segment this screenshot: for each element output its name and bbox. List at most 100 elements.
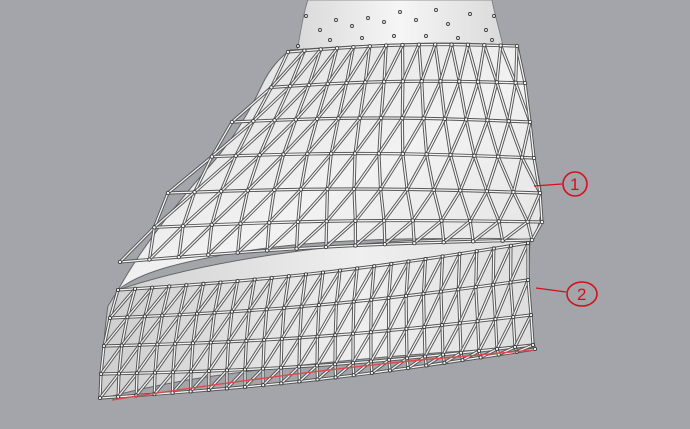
grid-node (431, 187, 436, 193)
grid-node (297, 379, 302, 384)
grid-node (351, 186, 357, 192)
upper-ring-strut (210, 154, 238, 159)
grid-node (206, 387, 211, 393)
upper-diagonal-strut (377, 151, 383, 191)
grid-node (279, 381, 284, 386)
grid-node (424, 34, 428, 38)
grid-node (208, 340, 213, 345)
upper-ring-strut (442, 239, 475, 244)
grid-node (419, 79, 424, 84)
upper-ring-strut (471, 239, 505, 244)
upper-ring-strut (458, 188, 489, 193)
grid-node (316, 302, 322, 308)
grid-node (457, 321, 462, 326)
lower-vertical-strut (404, 327, 409, 360)
annotation-2-label: 2 (577, 285, 586, 304)
grid-node (176, 254, 182, 260)
grid-node (528, 312, 534, 318)
upper-ring-strut (425, 152, 453, 157)
grid-node (303, 272, 308, 277)
grid-node (119, 343, 124, 348)
grid-node (389, 261, 394, 266)
grid-node (424, 152, 429, 157)
lower-ring-strut (298, 334, 320, 340)
grid-node (496, 154, 501, 159)
grid-node (107, 315, 113, 321)
grid-node (333, 375, 338, 380)
grid-node (529, 237, 535, 243)
grid-node (433, 42, 438, 47)
grid-node (382, 20, 386, 24)
grid-node (296, 44, 300, 48)
lower-vertical-strut (439, 289, 444, 327)
grid-node (369, 297, 374, 302)
lower-vertical-strut (456, 287, 462, 325)
grid-node (494, 80, 499, 85)
lower-ring-strut (191, 340, 213, 345)
lower-vertical-strut (170, 370, 175, 395)
grid-node (226, 339, 231, 344)
rhino-viewport[interactable]: 1 2 (0, 0, 690, 429)
upper-ring-strut (236, 248, 269, 255)
grid-node (484, 28, 488, 32)
grid-node (476, 348, 482, 353)
grid-node (470, 239, 476, 244)
grid-node (116, 394, 121, 399)
grid-node (368, 359, 374, 364)
grid-node (206, 252, 211, 257)
lower-ring-strut (102, 343, 124, 348)
grid-node (257, 152, 262, 158)
grid-node (525, 219, 530, 224)
grid-node (101, 343, 107, 349)
upper-ring-strut (363, 80, 386, 84)
grid-node (446, 22, 450, 26)
grid-node (116, 371, 122, 376)
lower-ring-strut (244, 338, 266, 343)
lower-ring-strut (387, 327, 409, 333)
grid-node (519, 155, 525, 160)
upper-ring-strut (353, 242, 387, 248)
grid-node (376, 151, 382, 156)
lower-vertical-strut (297, 336, 302, 369)
grid-node (272, 118, 277, 123)
grid-node (400, 115, 405, 121)
grid-node (351, 299, 356, 304)
grid-node (286, 274, 291, 279)
upper-ring-strut (234, 153, 262, 158)
upper-ring-strut (495, 80, 518, 85)
upper-diagonal-strut (324, 219, 329, 249)
grid-node (514, 43, 520, 49)
grid-node (229, 309, 234, 314)
grid-node (264, 248, 270, 253)
grid-node (465, 42, 471, 47)
grid-node (192, 189, 197, 195)
grid-node (115, 287, 121, 293)
grid-node (351, 45, 356, 50)
grid-node (434, 8, 438, 12)
grid-node (458, 350, 464, 355)
lower-ring-strut (333, 332, 355, 337)
lower-vertical-strut (476, 319, 481, 353)
grid-node (324, 219, 329, 224)
grid-node (293, 117, 299, 122)
grid-node (133, 286, 138, 291)
annotation-1-label: 1 (570, 175, 579, 194)
grid-node (318, 28, 322, 32)
grid-node (378, 115, 384, 121)
grid-node (363, 80, 368, 85)
lower-vertical-strut (152, 371, 157, 396)
grid-node (367, 44, 372, 49)
grid-node (372, 264, 377, 269)
upper-ring-strut (368, 43, 388, 48)
upper-diagonal-strut (538, 191, 544, 224)
grid-node (242, 367, 248, 372)
grid-node (261, 383, 266, 388)
upper-ring-strut (294, 117, 319, 122)
grid-node (392, 34, 396, 38)
upper-ring-strut (326, 81, 349, 86)
grid-node (493, 317, 498, 322)
grid-node (463, 117, 469, 122)
grid-node (382, 242, 388, 247)
grid-node (269, 275, 274, 280)
grid-node (449, 42, 454, 47)
